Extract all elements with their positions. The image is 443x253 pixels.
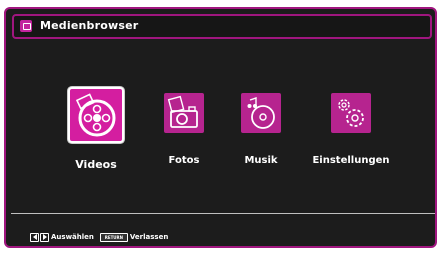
menu-label-einstellungen: Einstellungen	[312, 155, 390, 166]
menu-item-musik[interactable]: Musik	[231, 93, 291, 173]
musik-tile[interactable]	[241, 93, 281, 133]
menu-item-videos[interactable]: Videos	[66, 89, 126, 179]
arrow-left-key-icon	[30, 232, 39, 242]
settings-gears-icon	[338, 99, 364, 127]
menu-item-fotos[interactable]: Fotos	[154, 93, 214, 173]
film-reel-icon	[75, 93, 116, 137]
media-browser-window: Medienbrowser Videos Fotos Musik Einstel…	[4, 7, 437, 248]
media-icon	[20, 20, 32, 32]
music-cd-icon	[247, 97, 275, 129]
camera-photo-icon	[167, 95, 198, 128]
menu-label-fotos: Fotos	[168, 155, 200, 166]
menu-item-einstellungen[interactable]: Einstellungen	[306, 93, 396, 173]
einstellungen-tile[interactable]	[331, 93, 371, 133]
fotos-tile[interactable]	[164, 93, 204, 133]
window-title: Medienbrowser	[40, 19, 139, 32]
exit-hint-label: Verlassen	[129, 233, 169, 241]
navigate-hint-label: Auswählen	[51, 233, 94, 241]
tv-screen: Medienbrowser Videos Fotos Musik Einstel…	[0, 0, 443, 253]
arrow-right-key-icon	[40, 232, 49, 242]
return-key-icon: RETURN	[99, 232, 128, 242]
title-bar: Medienbrowser	[12, 14, 432, 39]
menu-label-videos: Videos	[75, 158, 117, 171]
footer-divider	[11, 213, 435, 214]
videos-tile[interactable]	[70, 89, 122, 141]
menu-label-musik: Musik	[244, 155, 278, 166]
footer-hints: Auswählen RETURN Verlassen	[30, 231, 174, 243]
